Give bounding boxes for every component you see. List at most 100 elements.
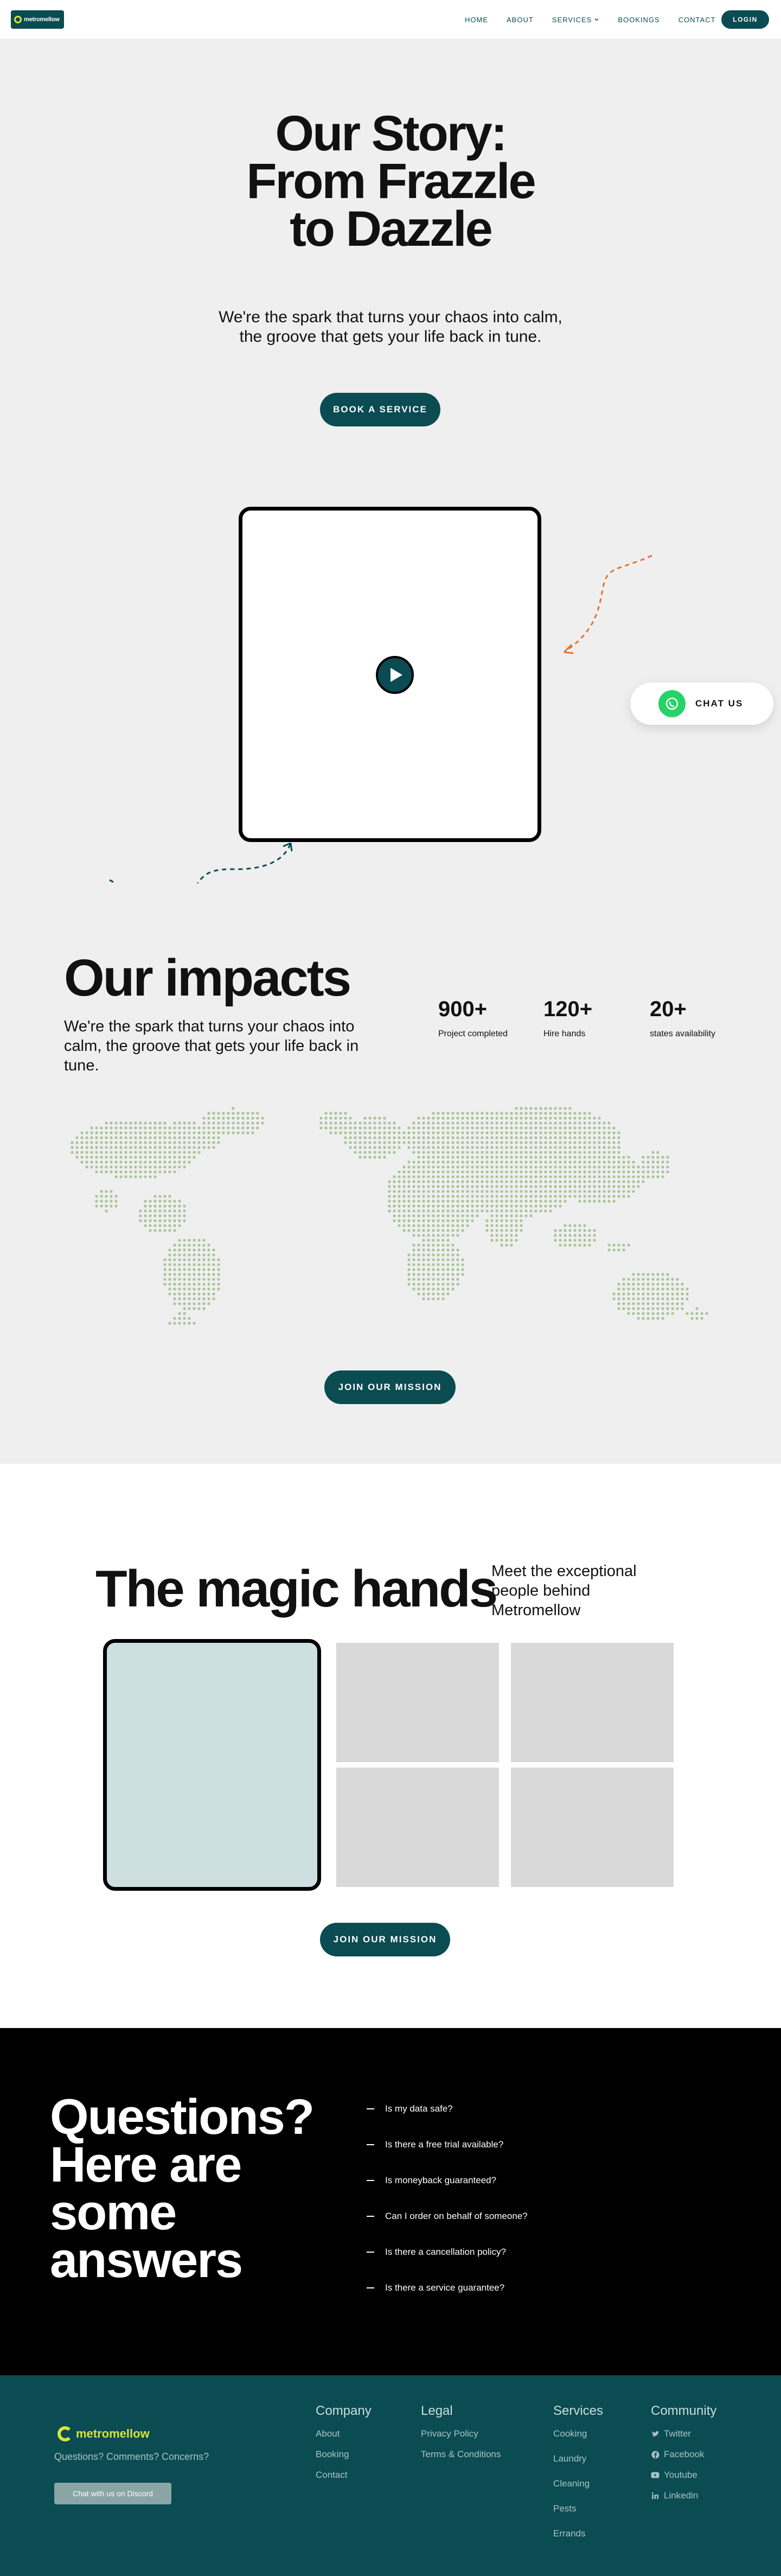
faq-title-line: Questions? [50,2089,315,2145]
faq-item[interactable]: Is there a free trial available? [367,2127,528,2163]
footer-link-facebook[interactable]: Facebook [651,2449,716,2460]
faq-item[interactable]: Is moneyback guaranteed? [367,2163,528,2198]
footer-tagline: Questions? Comments? Concerns? [54,2451,209,2462]
logo-mark-icon [14,15,22,23]
footer-link-about[interactable]: About [316,2428,372,2439]
footer-link-pests[interactable]: Pests [553,2503,603,2514]
world-dot-map [71,1107,708,1325]
hero-title-line: to Dazzle [290,201,493,257]
nav-bookings[interactable]: BOOKINGS [618,16,660,24]
nav-home[interactable]: HOME [465,16,488,24]
chat-us-label: CHAT US [695,698,744,709]
footer-link-linkedin[interactable]: Linkedin [651,2490,716,2501]
footer-col-services: Services Cooking Laundry Cleaning Pests … [553,2403,603,2553]
logo-mark-icon [57,2426,73,2441]
team-photo[interactable] [511,1768,674,1887]
play-button[interactable] [376,656,414,694]
dash-icon [367,2216,374,2217]
dash-icon [367,2252,374,2253]
faq-item[interactable]: Is there a cancellation policy? [367,2234,528,2270]
faq-title-line: Here are [50,2137,242,2192]
impact-subtitle: We're the spark that turns your chaos in… [64,1018,359,1074]
footer-col-community: Community Twitter Facebook Youtube Linke… [651,2403,716,2511]
faq-title: Questions? Here are some answers [50,2089,315,2288]
nav-services-label: SERVICES [552,15,592,24]
logo-text: metromellow [24,16,60,23]
footer-link-label: Youtube [664,2470,697,2480]
faq-question: Is moneyback guaranteed? [385,2175,497,2185]
footer-link-twitter[interactable]: Twitter [651,2428,716,2439]
footer-col-title: Community [651,2403,717,2418]
footer-logo-text: metromellow [76,2427,150,2440]
login-button[interactable]: LOGIN [721,10,769,29]
faq-section: Questions? Here are some answers Is my d… [0,2028,781,2375]
footer-link-laundry[interactable]: Laundry [553,2453,603,2464]
team-section: The magic hands Meet the exceptional peo… [0,1464,781,2028]
top-nav: metromellow HOME ABOUT SERVICES BOOKINGS… [0,0,781,39]
faq-question: Is my data safe? [385,2103,453,2114]
featured-team-card[interactable] [103,1639,321,1891]
stat-label: states availability [650,1029,715,1038]
nav-about[interactable]: ABOUT [507,16,534,24]
facebook-icon [651,2450,660,2459]
footer-link-privacy[interactable]: Privacy Policy [421,2428,501,2439]
footer-col-legal: Legal Privacy Policy Terms & Conditions [421,2403,501,2470]
team-photo[interactable] [336,1643,499,1762]
footer-col-title: Services [553,2403,604,2418]
footer-col-title: Company [316,2403,372,2418]
footer-link-label: Twitter [664,2428,692,2439]
footer-link-terms[interactable]: Terms & Conditions [421,2449,501,2460]
hero-section: Our Story: From Frazzle to Dazzle We're … [0,39,781,904]
footer-link-label: Linkedin [664,2490,699,2501]
footer-link-youtube[interactable]: Youtube [651,2470,716,2481]
footer-link-booking[interactable]: Booking [316,2449,372,2460]
dash-icon [367,2287,374,2288]
play-icon [390,668,402,682]
impact-section: Our impacts We're the spark that turns y… [0,883,781,1464]
dash-icon [367,2144,374,2145]
join-mission-button[interactable]: JOIN OUR MISSION [324,1370,456,1404]
team-title: The magic hands [95,1560,498,1618]
faq-question: Can I order on behalf of someone? [385,2211,528,2221]
team-photo[interactable] [336,1768,499,1887]
book-service-button[interactable]: BOOK A SERVICE [320,393,440,426]
site-footer: metromellow Questions? Comments? Concern… [0,2375,781,2576]
stat-value: 120+ [543,997,593,1021]
footer-logo[interactable]: metromellow [57,2426,150,2441]
faq-item[interactable]: Can I order on behalf of someone? [367,2198,528,2234]
footer-col-title: Legal [421,2403,453,2418]
hero-title-line: Our Story: [275,106,508,161]
nav-services[interactable]: SERVICES [552,16,600,24]
footer-link-cooking[interactable]: Cooking [553,2428,603,2439]
faq-item[interactable]: Is my data safe? [367,2091,528,2127]
brand-logo[interactable]: metromellow [11,10,64,29]
chat-us-button[interactable]: CHAT US [630,683,773,725]
join-mission-button[interactable]: JOIN OUR MISSION [320,1923,450,1956]
stat-value: 20+ [650,997,687,1021]
faq-question: Is there a free trial available? [385,2139,504,2150]
hero-title-line: From Frazzle [246,154,536,209]
nav-links: HOME ABOUT SERVICES BOOKINGS CONTACT [465,0,734,39]
orange-dashed-arrow [563,554,652,654]
faq-item[interactable]: Is there a service guarantee? [367,2270,528,2306]
faq-title-line: answers [50,2233,243,2288]
hero-subtitle: We're the spark that turns your chaos in… [219,308,562,346]
stat-label: Hire hands [543,1029,586,1038]
faq-title-line: some [50,2185,177,2240]
linkedin-icon [651,2491,660,2500]
stat-label: Project completed [438,1029,508,1038]
twitter-icon [651,2430,660,2438]
chevron-down-icon [594,18,599,21]
footer-link-cleaning[interactable]: Cleaning [553,2478,603,2489]
stat-hire-hands: 120+ Hire hands [543,997,592,1039]
footer-link-contact[interactable]: Contact [316,2470,372,2481]
discord-chat-button[interactable]: Chat with us on Discord [54,2483,171,2504]
footer-link-errands[interactable]: Errands [553,2528,603,2539]
stat-projects: 900+ Project completed [438,997,508,1039]
faq-question: Is there a service guarantee? [385,2282,505,2293]
nav-contact[interactable]: CONTACT [678,16,716,24]
stat-value: 900+ [438,997,488,1021]
video-player[interactable] [239,507,541,842]
team-photo[interactable] [511,1643,674,1762]
hero-title: Our Story: From Frazzle to Dazzle [0,106,781,257]
